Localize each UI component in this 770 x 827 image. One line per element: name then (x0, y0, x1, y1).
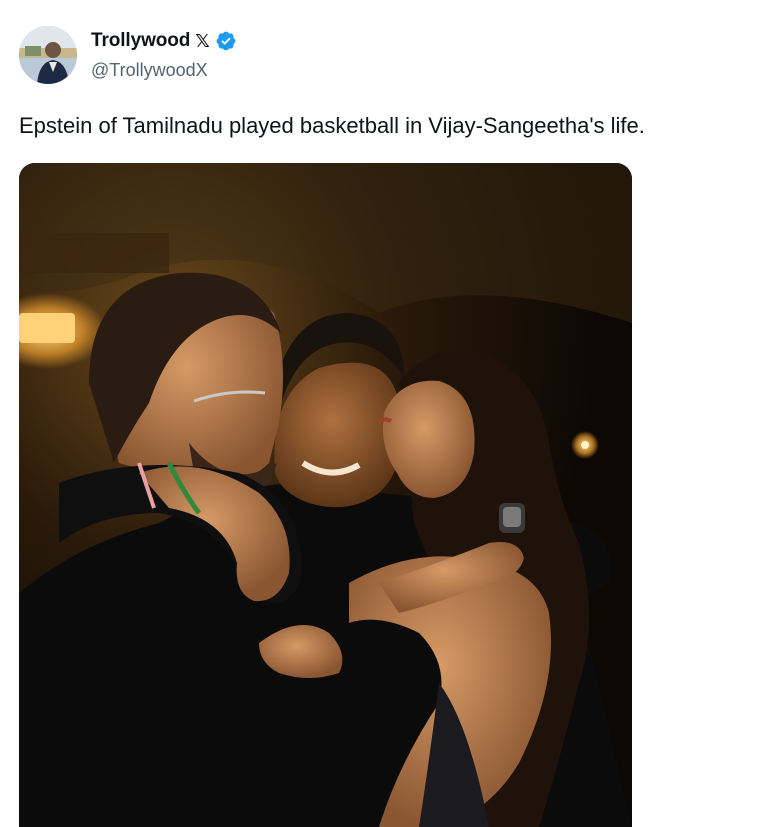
author-avatar[interactable] (19, 26, 77, 84)
tweet-text: Epstein of Tamilnadu played basketball i… (19, 113, 645, 138)
author-handle[interactable]: @TrollywoodX (91, 60, 208, 81)
verified-badge-icon (216, 31, 236, 51)
author-name-row: Trollywood 𝕏 (91, 30, 237, 52)
x-logo-icon: 𝕏 (195, 31, 210, 51)
avatar-photo-icon (19, 26, 77, 84)
tweet-media-photo[interactable] (19, 163, 632, 827)
tweet-card[interactable]: Trollywood 𝕏 @TrollywoodX Epstein of Tam… (0, 0, 770, 827)
author-display-name[interactable]: Trollywood (91, 30, 190, 52)
photo-three-people-hugging-icon (19, 163, 632, 827)
